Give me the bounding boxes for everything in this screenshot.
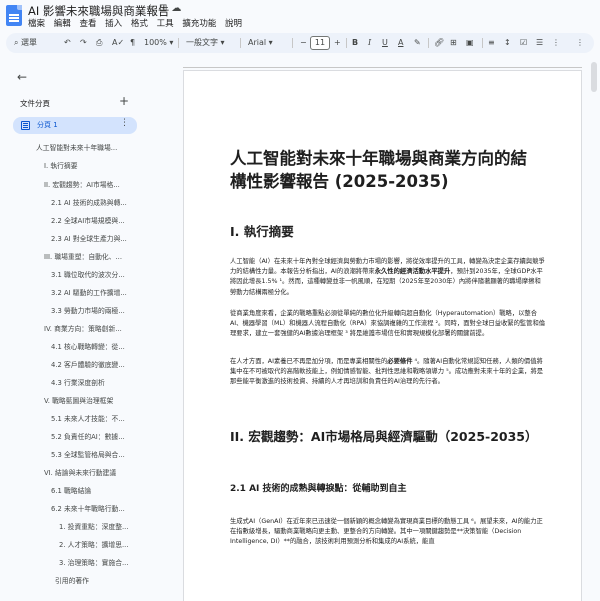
outline-item[interactable]: 2.2 全球AI市場規模與...: [51, 215, 125, 225]
outline-item[interactable]: 5.3 全球監管格局與合...: [51, 449, 125, 459]
outline-title: 文件分頁: [20, 99, 50, 108]
bullet-list-icon[interactable]: ☰: [536, 33, 543, 53]
search-menu-button[interactable]: ⌕ 選單: [14, 33, 37, 53]
outline-item[interactable]: 4.2 客戶體驗的徹底變...: [51, 359, 125, 369]
add-tab-icon[interactable]: +: [119, 94, 129, 108]
print-icon[interactable]: ⎙: [96, 33, 102, 53]
paragraph-1: 人工智能（AI）在未來十年內對全球經濟與勞動力市場的影響，將從效率提升的工具，轉…: [230, 257, 546, 298]
outline-item[interactable]: 3. 治理策略：實施合...: [59, 557, 129, 567]
outline-item[interactable]: 4.1 核心戰略轉變：從...: [51, 341, 125, 351]
insert-comment-icon[interactable]: ⊞: [450, 33, 457, 53]
line-spacing-icon[interactable]: ↕: [504, 33, 511, 53]
outline-item[interactable]: III. 職場重塑：自動化、...: [44, 251, 122, 261]
document-outline-sidebar: ← 文件分頁 + 分頁 1 ⋮ 人工智能對未來十年職場... I. 執行摘要 I…: [0, 58, 150, 601]
outline-item[interactable]: 6.2 未來十年戰略行動...: [51, 503, 125, 513]
outline-item[interactable]: 6.1 戰略結論: [51, 485, 91, 495]
checklist-icon[interactable]: ☑: [520, 33, 527, 53]
menu-help[interactable]: 說明: [225, 19, 242, 29]
outline-item[interactable]: 引用的著作: [55, 575, 89, 585]
tab-item-1[interactable]: 分頁 1 ⋮: [13, 117, 137, 134]
move-folder-icon[interactable]: ⊡: [159, 3, 171, 14]
menu-view[interactable]: 查看: [79, 19, 96, 29]
outline-item[interactable]: 5.2 負責任的AI：數據...: [51, 431, 125, 441]
font-size-input[interactable]: 11: [310, 36, 330, 50]
redo-icon[interactable]: ↷: [80, 33, 87, 53]
title-icons: ☆⊡☁: [146, 3, 185, 14]
menu-tools[interactable]: 工具: [157, 19, 174, 29]
heading-2-1: 2.1 AI 技術的成熟與轉捩點：從輔助到自主: [230, 484, 407, 494]
horizontal-ruler[interactable]: [183, 62, 582, 68]
align-icon[interactable]: ≡: [488, 33, 495, 53]
increase-font-size-icon[interactable]: +: [334, 33, 341, 53]
menu-format[interactable]: 格式: [131, 19, 148, 29]
paragraph-4: 生成式AI（GenAI）在近年來已迅速從一個新穎的概念轉變為實現商業目標的動態工…: [230, 518, 543, 546]
outline-item[interactable]: 2. 人才策略：擴增思...: [59, 539, 129, 549]
outline-item[interactable]: V. 戰略藍圖與治理框架: [44, 395, 113, 405]
document-page[interactable]: 人工智能對未來十年職場與商業方向的結構性影響報告 (2025-2035) I. …: [183, 70, 582, 601]
star-icon[interactable]: ☆: [146, 3, 159, 14]
tab-doc-icon: [21, 121, 30, 130]
outline-item[interactable]: 2.1 AI 技術的成熟與轉...: [51, 197, 127, 207]
outline-item[interactable]: 人工智能對未來十年職場...: [36, 142, 117, 152]
style-value: 一般文字: [186, 38, 218, 47]
heading-executive-summary: I. 執行摘要: [230, 224, 294, 239]
menu-insert[interactable]: 插入: [105, 19, 122, 29]
title-bar: AI 影響未來職場與商業報告 ☆⊡☁ 檔案 編輯 查看 插入 格式 工具 擴充功…: [0, 0, 600, 30]
menu-extensions[interactable]: 擴充功能: [182, 19, 216, 29]
text-color-icon[interactable]: A: [398, 33, 403, 53]
scrollbar-thumb[interactable]: [591, 62, 597, 92]
zoom-value: 100%: [144, 38, 167, 47]
more-options-icon[interactable]: ⋮: [576, 33, 584, 53]
menu-edit[interactable]: 編輯: [54, 19, 71, 29]
style-select[interactable]: 一般文字 ▾: [186, 33, 225, 53]
font-value: Arial: [248, 38, 267, 47]
underline-icon[interactable]: U: [382, 33, 388, 53]
outline-item[interactable]: 5.1 未來人才技能：不...: [51, 413, 125, 423]
outline-item[interactable]: 3.2 AI 驅動的工作擴增...: [51, 287, 127, 297]
cloud-saved-icon[interactable]: ☁: [171, 3, 185, 14]
back-arrow-icon[interactable]: ←: [17, 70, 27, 84]
outline-item[interactable]: 3.3 勞動力市場的兩極...: [51, 305, 125, 315]
toolbar: ⌕ 選單 ↶ ↷ ⎙ A✓ ¶ 100% ▾ 一般文字 ▾ Arial ▾ − …: [6, 33, 594, 53]
highlight-icon[interactable]: ✎: [414, 33, 421, 53]
undo-icon[interactable]: ↶: [64, 33, 71, 53]
paragraph-3-bold: 必要條件: [387, 358, 413, 365]
docs-logo-icon[interactable]: [6, 5, 22, 26]
vertical-scrollbar[interactable]: [591, 62, 597, 597]
outline-item[interactable]: 2.3 AI 對全球生產力與...: [51, 233, 127, 243]
font-select[interactable]: Arial ▾: [248, 33, 273, 53]
paragraph-3: 在人才方面，AI素養已不再是加分項，而是專業相關性的必要條件 ⁴。隨著AI自動化…: [230, 357, 546, 388]
search-menu-label: 選單: [21, 38, 38, 47]
paragraph-2: 從商業角度來看，企業的戰略重點必須從單純的數位化升級轉向超自動化（Hyperau…: [230, 310, 546, 338]
tab-more-icon[interactable]: ⋮: [120, 118, 129, 128]
outline-item[interactable]: II. 宏觀趨勢：AI市場格...: [44, 179, 120, 189]
google-docs-window: AI 影響未來職場與商業報告 ☆⊡☁ 檔案 編輯 查看 插入 格式 工具 擴充功…: [0, 0, 600, 601]
insert-image-icon[interactable]: ▣: [466, 33, 474, 53]
heading-macro-trends: II. 宏觀趨勢：AI市場格局與經濟驅動（2025-2035）: [230, 429, 538, 444]
decrease-font-size-icon[interactable]: −: [300, 33, 307, 53]
bold-icon[interactable]: B: [352, 33, 358, 53]
tab-label: 分頁 1: [37, 121, 58, 129]
document-heading-title: 人工智能對未來十年職場與商業方向的結構性影響報告 (2025-2035): [230, 149, 527, 191]
outline-item[interactable]: I. 執行摘要: [44, 160, 78, 170]
outline-item[interactable]: VI. 結論與未來行動建議: [44, 467, 116, 477]
search-icon: ⌕: [14, 38, 19, 47]
outline-item[interactable]: IV. 商業方向：策略創新...: [44, 323, 122, 333]
paint-format-icon[interactable]: ¶: [130, 33, 135, 53]
italic-icon[interactable]: I: [368, 33, 371, 53]
menu-bar: 檔案 編輯 查看 插入 格式 工具 擴充功能 說明: [28, 17, 248, 29]
outline-item[interactable]: 3.1 職位取代的波次分...: [51, 269, 125, 279]
zoom-select[interactable]: 100% ▾: [144, 33, 173, 53]
insert-link-icon[interactable]: 🔗︎: [434, 33, 444, 53]
paragraph-3-text-a: 在人才方面，AI素養已不再是加分項，而是專業相關性的: [230, 358, 388, 365]
paragraph-1-bold: 永久性的經濟活動水平提升: [374, 268, 451, 276]
document-canvas: 人工智能對未來十年職場與商業方向的結構性影響報告 (2025-2035) I. …: [150, 58, 600, 601]
spellcheck-icon[interactable]: A✓: [112, 33, 124, 53]
outline-item[interactable]: 1. 投資重點：深度整...: [59, 521, 129, 531]
outline-item[interactable]: 4.3 行業深度剖析: [51, 377, 105, 387]
menu-file[interactable]: 檔案: [28, 19, 45, 29]
numbered-list-icon[interactable]: ⋮: [552, 33, 560, 53]
